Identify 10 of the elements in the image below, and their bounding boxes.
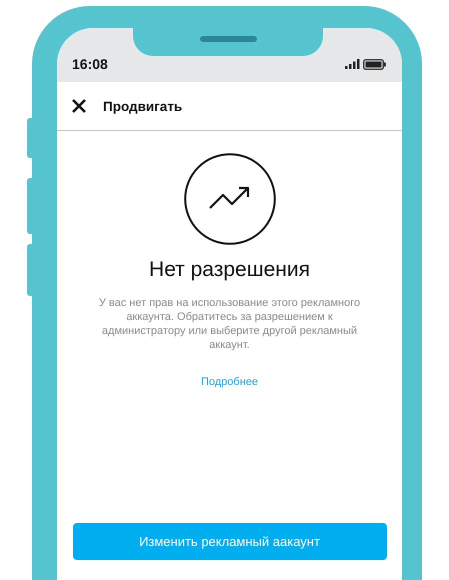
- message-text: У вас нет прав на использование этого рекламного аккаунта. Обратитесь за разрешением к администратору или выберите другой рекламный аккаунт.: [98, 296, 362, 352]
- close-icon[interactable]: [71, 98, 87, 114]
- header-title: Продвигать: [103, 98, 182, 114]
- trending-up-icon: [184, 153, 276, 245]
- battery-icon: [363, 58, 386, 70]
- learn-more-link[interactable]: Подробнее: [200, 376, 258, 388]
- signal-icon: [345, 59, 360, 69]
- message-title: Нет разрешения: [149, 258, 310, 282]
- change-account-button[interactable]: Изменить рекламный аакаунт: [72, 523, 386, 560]
- status-time: 16:08: [72, 56, 108, 72]
